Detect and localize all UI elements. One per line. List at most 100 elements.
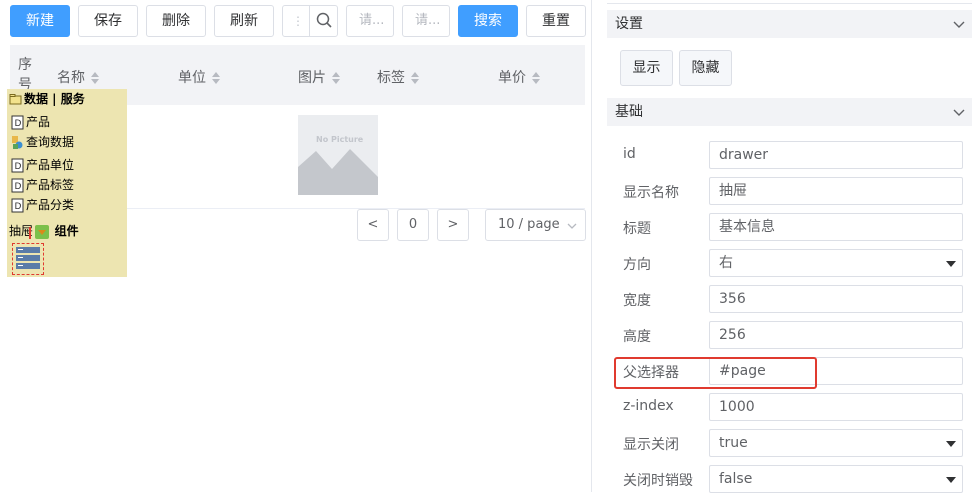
tree-item-product[interactable]: D 产品 xyxy=(11,113,50,131)
property-label: 显示关闭 xyxy=(623,437,679,453)
column-unit[interactable]: 单位 xyxy=(178,67,220,87)
data-service-tree: 数据 | 服务 D 产品 查询数据 D 产品单位 D 产品标签 D 产品分类 抽屉 组件 xyxy=(7,89,127,277)
property-select[interactable]: 右 xyxy=(709,249,963,277)
tree-item-label: 查询数据 xyxy=(26,135,75,149)
column-price-label: 单价 xyxy=(498,70,526,86)
svg-text:D: D xyxy=(15,182,22,192)
hide-button[interactable]: 隐藏 xyxy=(679,50,732,86)
tree-item-product-category[interactable]: D 产品分类 xyxy=(11,196,74,214)
property-label: 显示名称 xyxy=(623,185,679,201)
left-panel: 新建 保存 删除 刷新 ⋮ 请... 请... 搜索 重置 序号 名称 单位 图… xyxy=(0,0,592,492)
property-value: 256 xyxy=(719,327,746,343)
property-input[interactable]: 356 xyxy=(709,285,963,313)
document-icon: D xyxy=(11,178,24,193)
tree-item-label: 产品分类 xyxy=(26,198,75,212)
column-picture-label: 图片 xyxy=(298,70,326,86)
property-value: 抽屉 xyxy=(719,183,747,199)
settings-section-header[interactable]: 设置 xyxy=(607,10,972,38)
document-icon: D xyxy=(11,115,24,130)
refresh-button[interactable]: 刷新 xyxy=(214,5,274,37)
tree-item-label: 产品单位 xyxy=(26,158,75,172)
property-select[interactable]: true xyxy=(709,429,963,457)
query-data-icon xyxy=(12,136,23,149)
page-number[interactable]: 0 xyxy=(397,209,429,241)
property-label: id xyxy=(623,146,636,162)
column-name[interactable]: 名称 xyxy=(57,67,99,87)
tree-item-product-unit[interactable]: D 产品单位 xyxy=(11,156,74,174)
add-icon[interactable] xyxy=(34,224,49,239)
column-unit-label: 单位 xyxy=(178,70,206,86)
settings-title: 设置 xyxy=(615,16,643,32)
property-label: 标题 xyxy=(623,221,651,237)
column-price[interactable]: 单价 xyxy=(498,67,540,87)
column-picture[interactable]: 图片 xyxy=(298,67,340,87)
property-label: 方向 xyxy=(623,257,651,273)
dropdown-caret-icon xyxy=(946,441,956,447)
basic-title: 基础 xyxy=(615,104,643,120)
property-value: 356 xyxy=(719,291,746,307)
search-icon[interactable] xyxy=(309,6,337,36)
search-input-2[interactable]: 请... xyxy=(402,5,450,37)
drawer-component-icon[interactable] xyxy=(12,243,44,275)
property-input[interactable]: 256 xyxy=(709,321,963,349)
component-label: 组件 xyxy=(54,224,79,238)
property-value: 右 xyxy=(719,255,733,271)
column-tag[interactable]: 标签 xyxy=(377,67,419,87)
sort-icon[interactable] xyxy=(411,72,419,84)
delete-button[interactable]: 删除 xyxy=(146,5,206,37)
property-input[interactable]: 1000 xyxy=(709,393,963,421)
property-label: z-index xyxy=(623,398,674,414)
property-label: 宽度 xyxy=(623,293,651,309)
column-tag-label: 标签 xyxy=(377,70,405,86)
chevron-down-icon xyxy=(953,109,965,116)
svg-text:D: D xyxy=(15,162,22,172)
tree-header: 数据 | 服务 xyxy=(9,90,85,108)
page-size-value: 10 / page xyxy=(498,217,560,232)
column-name-label: 名称 xyxy=(57,70,85,86)
svg-text:D: D xyxy=(15,119,22,129)
sort-icon[interactable] xyxy=(212,72,220,84)
reset-button[interactable]: 重置 xyxy=(526,5,586,37)
sort-icon[interactable] xyxy=(91,72,99,84)
search-field[interactable]: ⋮ xyxy=(282,5,338,37)
save-button[interactable]: 保存 xyxy=(78,5,138,37)
property-value: false xyxy=(719,471,753,487)
search-input-1[interactable]: 请... xyxy=(346,5,394,37)
property-value: true xyxy=(719,435,748,451)
new-button[interactable]: 新建 xyxy=(10,5,70,37)
search-button[interactable]: 搜索 xyxy=(458,5,518,37)
dropdown-caret-icon xyxy=(946,477,956,483)
document-icon: D xyxy=(11,158,24,173)
property-label: 高度 xyxy=(623,329,651,345)
property-select[interactable]: false xyxy=(709,465,963,493)
document-icon: D xyxy=(11,198,24,213)
tree-header-label: 数据 | 服务 xyxy=(24,92,85,106)
property-value: 基本信息 xyxy=(719,219,775,235)
dropdown-caret-icon xyxy=(946,261,956,267)
basic-section-header[interactable]: 基础 xyxy=(607,98,972,126)
show-button[interactable]: 显示 xyxy=(620,50,673,86)
folder-icon xyxy=(9,94,22,105)
sort-icon[interactable] xyxy=(532,72,540,84)
mountain-icon xyxy=(298,149,378,195)
tree-item-label: 产品 xyxy=(26,115,51,129)
property-value: drawer xyxy=(719,147,769,163)
svg-text:D: D xyxy=(15,202,22,212)
drawer-marker-line xyxy=(29,227,31,239)
tree-drawer-row[interactable]: 抽屉 组件 xyxy=(9,222,79,240)
tree-item-product-tag[interactable]: D 产品标签 xyxy=(11,176,74,194)
property-input[interactable]: 抽屉 xyxy=(709,177,963,205)
prev-page-button[interactable]: < xyxy=(357,209,389,241)
property-value: 1000 xyxy=(719,399,755,415)
properties-panel: 设置 显示 隐藏 基础 id drawer 显示名称 抽屉标题 基本信息方向 右宽度 356… xyxy=(607,0,972,493)
page-size-select[interactable]: 10 / page xyxy=(485,209,586,241)
property-input[interactable]: drawer xyxy=(709,141,963,169)
next-page-button[interactable]: > xyxy=(437,209,469,241)
tree-item-label: 产品标签 xyxy=(26,178,75,192)
property-input[interactable]: 基本信息 xyxy=(709,213,963,241)
highlight-box xyxy=(614,357,817,389)
sort-icon[interactable] xyxy=(332,72,340,84)
no-picture-image: No Picture xyxy=(298,115,378,195)
panel-top-divider xyxy=(607,0,972,4)
tree-item-query-data[interactable]: 查询数据 xyxy=(11,133,74,151)
